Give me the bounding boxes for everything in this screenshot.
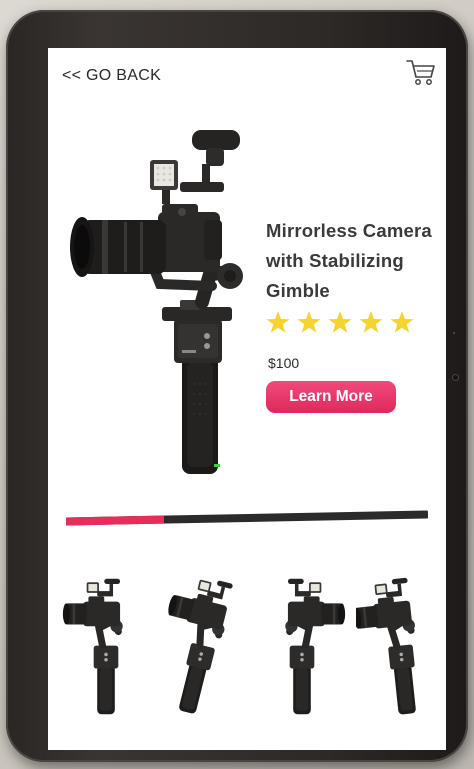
cart-icon[interactable] bbox=[406, 58, 436, 86]
camera-lens-dot bbox=[453, 375, 458, 380]
rating-stars bbox=[266, 310, 414, 334]
learn-more-button[interactable]: Learn More bbox=[266, 381, 396, 413]
tablet-frame: << GO BACK Mirrorless Camera with Stabil… bbox=[6, 10, 468, 762]
app-screen: << GO BACK Mirrorless Camera with Stabil… bbox=[48, 48, 446, 750]
star-icon bbox=[328, 311, 352, 333]
thumbnail-gimbal-front[interactable] bbox=[62, 568, 150, 718]
thumbnail-gimbal-side[interactable] bbox=[258, 568, 346, 718]
star-icon bbox=[266, 311, 290, 333]
top-bar: << GO BACK bbox=[48, 48, 446, 108]
product-title: Mirrorless Camera with Stabilizing Gimbl… bbox=[266, 216, 441, 306]
star-icon bbox=[359, 311, 383, 333]
thumbnail-strip bbox=[62, 568, 442, 718]
sensor-dot bbox=[453, 332, 455, 334]
product-price: $100 bbox=[268, 355, 300, 371]
product-title-line: Mirrorless Camera bbox=[266, 220, 432, 241]
star-icon bbox=[297, 311, 321, 333]
product-title-line: Gimble bbox=[266, 280, 330, 301]
carousel-progress-bar[interactable] bbox=[65, 510, 429, 526]
thumbnail-gimbal-angled[interactable] bbox=[160, 568, 248, 718]
star-icon bbox=[390, 311, 414, 333]
carousel-progress-fill bbox=[65, 515, 164, 526]
go-back-link[interactable]: << GO BACK bbox=[62, 67, 161, 85]
product-title-line: with Stabilizing bbox=[266, 250, 404, 271]
thumbnail-gimbal-rear[interactable] bbox=[356, 568, 444, 718]
camera-gimbal-image bbox=[62, 124, 262, 479]
